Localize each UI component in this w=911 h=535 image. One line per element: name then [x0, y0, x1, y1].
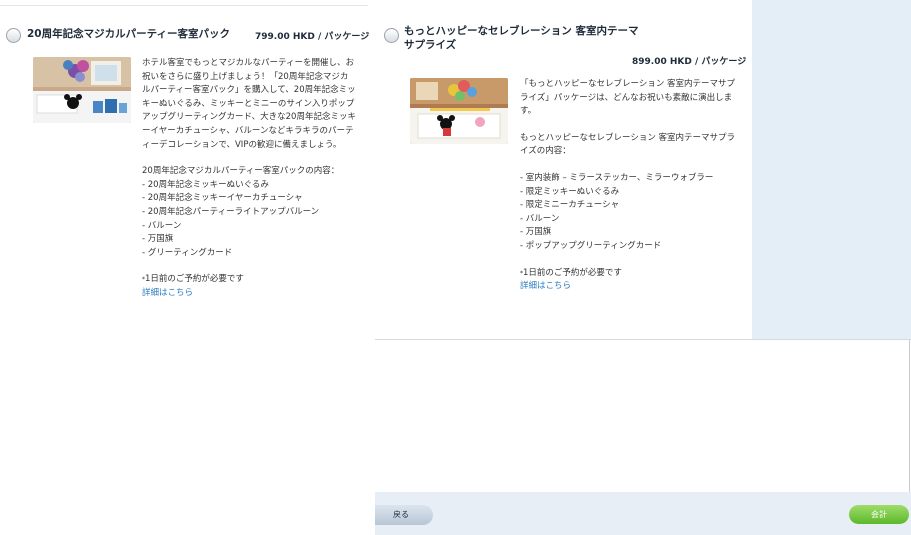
package-1-price: 799.00 HKD / パッケージ — [255, 32, 370, 42]
package-1-details-link[interactable]: 詳細はこちら — [142, 288, 193, 298]
list-item: - 20周年記念ミッキーぬいぐるみ — [142, 179, 269, 190]
list-item: - 室内装飾 – ミラーステッカー、ミラーウォブラー — [520, 172, 714, 183]
side-panel — [752, 0, 911, 339]
list-item: - ポップアップグリーティングカード — [520, 240, 662, 251]
list-item: - バルーン — [520, 213, 560, 224]
list-item: - グリーティングカード — [142, 247, 233, 258]
package-1-details: ホテル客室でもっとマジカルなパーティーを開催し、お祝いをさらに盛り上げましょう！… — [142, 57, 356, 301]
package-2-details-link[interactable]: 詳細はこちら — [520, 281, 571, 291]
checkout-button[interactable]: 会計 — [849, 505, 909, 524]
package-1-contents-heading: 20周年記念マジカルパーティー客室パックの内容： — [142, 166, 340, 177]
footer-bar — [375, 492, 911, 535]
top-divider — [0, 5, 368, 6]
list-item: - 限定ミニーカチューシャ — [520, 200, 620, 211]
list-item: - 万国旗 — [142, 234, 174, 245]
package-2-description: 「もっとハッピーなセレブレーション 客室内テーマサプライズ」パッケージは、どんな… — [520, 79, 736, 117]
section-divider — [375, 339, 911, 340]
package-1-title: 20周年記念マジカルパーティー客室パック — [27, 28, 230, 40]
package-1-item-list: - 20周年記念ミッキーぬいぐるみ - 20周年記念ミッキーイヤーカチューシャ … — [142, 179, 356, 261]
package-1-description: ホテル客室でもっとマジカルなパーティーを開催し、お祝いをさらに盛り上げましょう！… — [142, 58, 356, 150]
package-1-image — [33, 57, 131, 123]
package-2-price: 899.00 HKD / パッケージ — [632, 57, 747, 67]
package-2-radio[interactable] — [384, 28, 399, 43]
list-item: - バルーン — [142, 220, 182, 231]
list-item: - 万国旗 — [520, 227, 552, 238]
vertical-divider — [909, 340, 910, 492]
package-2-image — [410, 78, 508, 144]
package-2-title: もっとハッピーなセレブレーション 客室内テーマサプライズ — [404, 25, 639, 51]
package-2-contents-heading: もっとハッピーなセレブレーション 客室内テーマサプライズの内容： — [520, 132, 736, 157]
package-1-radio[interactable] — [6, 28, 21, 43]
package-2-item-list: - 室内装飾 – ミラーステッカー、ミラーウォブラー - 限定ミッキーぬいぐるみ… — [520, 172, 738, 254]
list-item: - 20周年記念ミッキーイヤーカチューシャ — [142, 193, 303, 204]
list-item: - 20周年記念パーティーライトアップバルーン — [142, 206, 320, 217]
package-2-note: *1日前のご予約が必要です — [520, 267, 622, 278]
back-button[interactable]: 戻る — [375, 505, 433, 525]
package-2-details: 「もっとハッピーなセレブレーション 客室内テーマサプライズ」パッケージは、どんな… — [520, 78, 738, 294]
package-1-note: *1日前のご予約が必要です — [142, 274, 244, 285]
list-item: - 限定ミッキーぬいぐるみ — [520, 186, 620, 197]
